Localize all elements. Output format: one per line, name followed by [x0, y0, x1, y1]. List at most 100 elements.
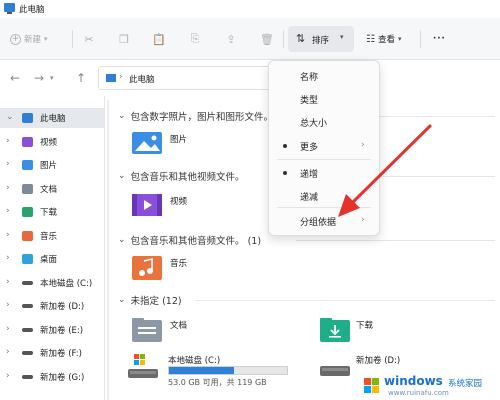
chevron-right-icon[interactable]: › — [6, 324, 10, 334]
sidebar-item[interactable]: › 视频 — [0, 132, 104, 152]
chevron-right-icon[interactable]: › — [6, 136, 10, 146]
chevron-right-icon[interactable]: › — [6, 206, 10, 216]
paste-icon[interactable]: 📋 — [152, 32, 166, 46]
selected-dot-icon — [283, 144, 287, 148]
group-header[interactable]: ⌄ 未指定 (12) — [118, 293, 182, 307]
chevron-down-icon[interactable]: ⌄ — [6, 112, 14, 122]
chevron-right-icon[interactable]: › — [6, 300, 10, 310]
drive-label: 新加卷 (D:) — [356, 356, 401, 366]
sort-menu-item-label: 递减 — [300, 193, 319, 203]
sidebar-item[interactable]: › 图片 — [0, 155, 104, 175]
watermark-url: www.ruinafu.com — [388, 389, 449, 397]
plus-icon: + — [10, 33, 21, 45]
window-title: 此电脑 — [19, 5, 45, 15]
scrollbar[interactable] — [107, 100, 109, 400]
chevron-right-icon[interactable]: › — [6, 277, 10, 287]
sidebar-item[interactable]: ⌄ 此电脑 — [0, 108, 104, 128]
more-options-button[interactable]: ··· — [433, 30, 446, 48]
sort-menu-item[interactable]: 类型 — [269, 88, 379, 110]
sidebar-item-label: 图片 — [40, 161, 58, 171]
sidebar-item-label: 新加卷 (F:) — [40, 349, 82, 359]
watermark: windows 系统家园 www.ruinafu.com — [360, 372, 500, 400]
folder-item[interactable]: 下载 — [320, 318, 373, 342]
chevron-down-icon[interactable]: ▾ — [50, 74, 54, 82]
drive-label: 本地磁盘 (C:) — [168, 356, 221, 366]
rename-icon[interactable]: ⎘ — [188, 32, 202, 46]
chevron-right-icon[interactable]: › — [6, 347, 10, 357]
sort-menu-item-label: 类型 — [300, 96, 319, 106]
sidebar-item[interactable]: › 新加卷 (F:) — [0, 343, 104, 363]
item-label: 音乐 — [170, 259, 188, 269]
documents-folder-icon — [132, 318, 162, 342]
chevron-down-icon: ⌄ — [118, 111, 126, 121]
view-button-label: 查看 — [377, 35, 395, 45]
sort-menu-item-label: 名称 — [300, 73, 319, 83]
group-divider — [296, 240, 495, 241]
view-button[interactable]: ☷ 查看 ▾ — [366, 30, 402, 48]
chevron-down-icon: ⌄ — [118, 171, 126, 181]
sidebar-item-label: 视频 — [40, 137, 58, 148]
group-header[interactable]: ⌄ 包含音乐和其他视频文件。 — [118, 169, 245, 183]
sidebar-item-label: 本地磁盘 (C:) — [40, 278, 93, 289]
drive-icon — [128, 354, 158, 378]
drive-usage-bar — [168, 366, 288, 375]
chevron-right-icon[interactable]: › — [6, 230, 10, 240]
chevron-down-icon: ▾ — [397, 35, 402, 43]
item-label: 文档 — [170, 321, 188, 331]
sort-button[interactable]: ⇅ 排序 ▾ — [288, 26, 354, 52]
drive-icon — [22, 304, 33, 308]
sort-icon: ⇅ — [296, 32, 306, 45]
group-title: 包含音乐和其他视频文件。 — [130, 172, 245, 183]
drive-item[interactable]: 本地磁盘 (C:) 53.0 GB 可用，共 119 GB — [128, 354, 288, 387]
sidebar-item[interactable]: › 下载 — [0, 202, 104, 222]
item-label: 下载 — [356, 321, 374, 331]
copy-icon[interactable]: ❐ — [117, 32, 131, 46]
chevron-right-icon[interactable]: › — [6, 371, 10, 381]
toolbar-divider — [72, 30, 73, 48]
sort-menu-item[interactable]: 名称 — [269, 65, 379, 87]
new-button-label: 新建 — [24, 35, 42, 45]
folder-item[interactable]: 视频 — [132, 194, 187, 216]
video-folder-icon — [22, 136, 33, 147]
sidebar-item[interactable]: › 新加卷 (G:) — [0, 367, 104, 387]
folder-item[interactable]: 文档 — [132, 318, 187, 342]
chevron-right-icon[interactable]: › — [6, 183, 10, 193]
sidebar-item[interactable]: › 新加卷 (D:) — [0, 296, 104, 316]
forward-arrow-icon[interactable]: → — [32, 71, 46, 85]
new-button[interactable]: + 新建 ▾ — [10, 30, 48, 48]
chevron-right-icon[interactable]: › — [119, 72, 123, 82]
pictures-folder-icon — [22, 160, 33, 170]
sidebar-item-label: 新加卷 (D:) — [40, 302, 85, 312]
group-header[interactable]: ⌄ 包含音乐和其他音频文件。 (1) — [118, 233, 261, 247]
chevron-down-icon: ⌄ — [118, 295, 126, 305]
sidebar-item[interactable]: › 文档 — [0, 179, 104, 199]
sidebar-item[interactable]: › 本地磁盘 (C:) — [0, 273, 104, 293]
sidebar-item[interactable]: › 桌面 — [0, 249, 104, 269]
back-arrow-icon[interactable]: ← — [8, 71, 22, 85]
delete-icon[interactable]: 🗑 — [260, 32, 274, 46]
sidebar-item-label: 新加卷 (G:) — [40, 372, 85, 383]
drive-item[interactable]: 新加卷 (D:) — [320, 356, 400, 378]
view-icon: ☷ — [366, 33, 375, 45]
folder-item[interactable]: 音乐 — [132, 256, 187, 280]
drive-icon — [22, 374, 33, 379]
share-icon[interactable]: ⇪ — [224, 32, 238, 46]
sidebar-item-label: 新加卷 (E:) — [40, 325, 84, 336]
sidebar-item[interactable]: › 音乐 — [0, 226, 104, 246]
windows-logo-icon — [364, 378, 380, 394]
pane-divider — [104, 96, 105, 400]
video-folder-icon — [132, 194, 162, 216]
group-divider — [196, 300, 495, 301]
chevron-right-icon[interactable]: › — [6, 253, 10, 263]
item-label: 图片 — [170, 135, 188, 145]
sidebar-item[interactable]: › 新加卷 (E:) — [0, 320, 104, 340]
sort-menu-item-label: 更多 — [300, 143, 319, 153]
pc-icon — [106, 74, 116, 82]
folder-item[interactable]: 图片 — [132, 132, 187, 154]
up-arrow-icon[interactable]: ↑ — [74, 71, 88, 85]
group-header[interactable]: ⌄ 包含数字照片，图片和图形文件。 — [118, 109, 273, 123]
desktop-icon — [22, 254, 33, 264]
chevron-right-icon[interactable]: › — [6, 159, 10, 169]
cut-icon[interactable]: ✂ — [82, 32, 96, 46]
group-title: 包含音乐和其他音频文件。 (1) — [130, 236, 262, 247]
